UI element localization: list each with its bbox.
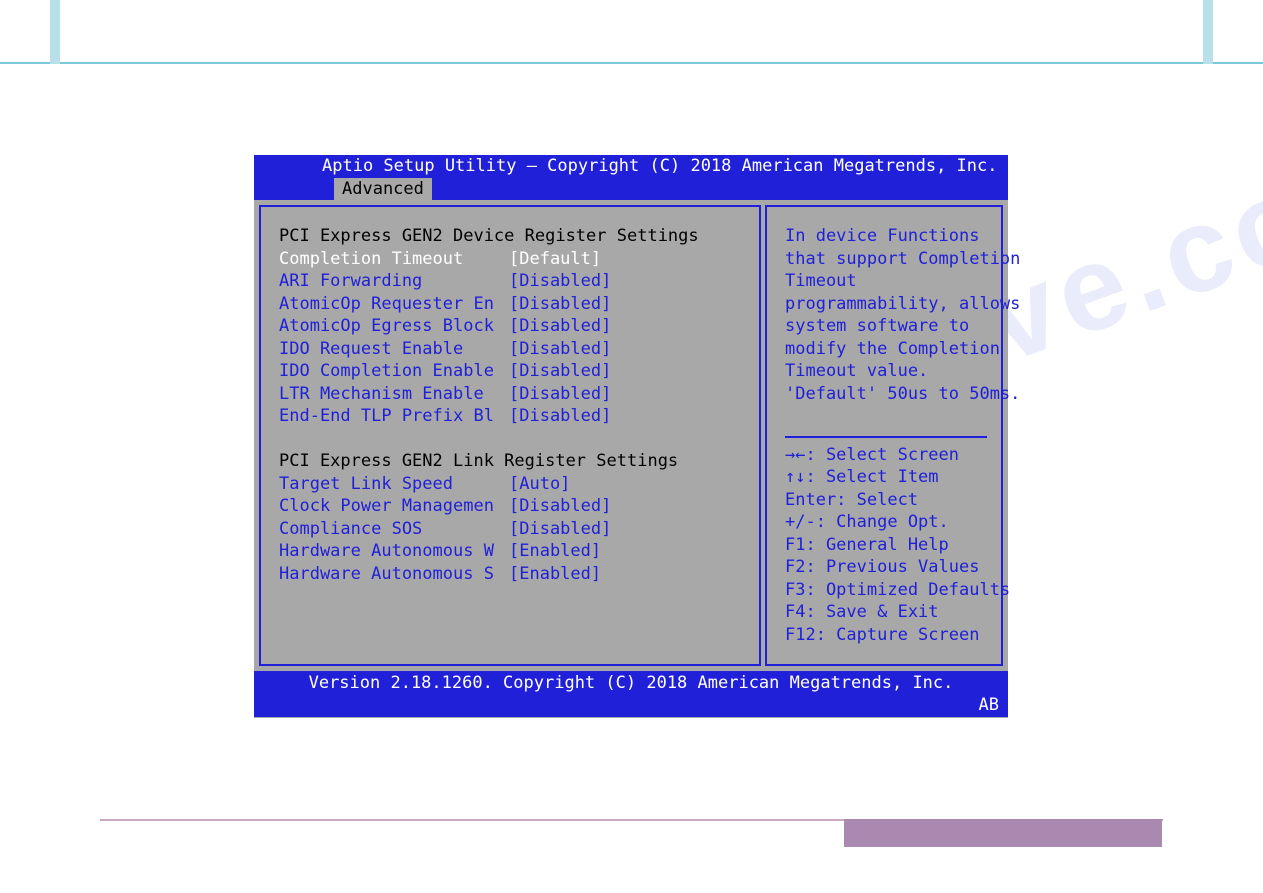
link-label: Hardware Autonomous S <box>279 563 509 586</box>
device-value: [Disabled] <box>509 293 611 316</box>
top-tab-left <box>50 0 60 64</box>
device-label: IDO Completion Enable <box>279 360 509 383</box>
device-label: LTR Mechanism Enable <box>279 383 509 406</box>
help-keys: →←: Select Screen↑↓: Select ItemEnter: S… <box>785 444 987 647</box>
link-label: Target Link Speed <box>279 473 509 496</box>
help-text: In device Functionsthat support Completi… <box>785 225 987 405</box>
device-value: [Default] <box>509 248 601 271</box>
device-label: ARI Forwarding <box>279 270 509 293</box>
device-row[interactable]: ARI Forwarding[Disabled] <box>279 270 745 293</box>
help-text-line: 'Default' 50us to 50ms. <box>785 383 987 406</box>
help-text-line: Timeout <box>785 270 987 293</box>
help-key-line: F4: Save & Exit <box>785 601 987 624</box>
help-key-line: F12: Capture Screen <box>785 624 987 647</box>
device-section-title: PCI Express GEN2 Device Register Setting… <box>279 225 745 248</box>
device-label: AtomicOp Requester En <box>279 293 509 316</box>
device-label: Completion Timeout <box>279 248 509 271</box>
device-value: [Disabled] <box>509 315 611 338</box>
link-row[interactable]: Compliance SOS[Disabled] <box>279 518 745 541</box>
help-key-line: ↑↓: Select Item <box>785 466 987 489</box>
device-rows: Completion Timeout[Default]ARI Forwardin… <box>279 248 745 428</box>
link-label: Compliance SOS <box>279 518 509 541</box>
help-text-line: that support Completion <box>785 248 987 271</box>
device-label: IDO Request Enable <box>279 338 509 361</box>
help-panel: In device Functionsthat support Completi… <box>765 205 1003 666</box>
link-row[interactable]: Hardware Autonomous W[Enabled] <box>279 540 745 563</box>
link-row[interactable]: Hardware Autonomous S[Enabled] <box>279 563 745 586</box>
device-row[interactable]: IDO Request Enable[Disabled] <box>279 338 745 361</box>
link-rows: Target Link Speed[Auto]Clock Power Manag… <box>279 473 745 586</box>
help-key-line: F2: Previous Values <box>785 556 987 579</box>
help-text-line: Timeout value. <box>785 360 987 383</box>
device-row[interactable]: AtomicOp Requester En[Disabled] <box>279 293 745 316</box>
bottom-box <box>844 819 1162 847</box>
device-label: AtomicOp Egress Block <box>279 315 509 338</box>
device-row[interactable]: IDO Completion Enable[Disabled] <box>279 360 745 383</box>
device-label: End-End TLP Prefix Bl <box>279 405 509 428</box>
help-text-line: modify the Completion <box>785 338 987 361</box>
link-label: Hardware Autonomous W <box>279 540 509 563</box>
help-text-line: In device Functions <box>785 225 987 248</box>
device-value: [Disabled] <box>509 383 611 406</box>
device-row[interactable]: Completion Timeout[Default] <box>279 248 745 271</box>
bios-footer: Version 2.18.1260. Copyright (C) 2018 Am… <box>254 671 1008 717</box>
link-label: Clock Power Managemen <box>279 495 509 518</box>
link-value: [Enabled] <box>509 563 601 586</box>
help-text-line: system software to <box>785 315 987 338</box>
device-row[interactable]: LTR Mechanism Enable[Disabled] <box>279 383 745 406</box>
help-divider <box>785 436 987 438</box>
blank-row <box>785 405 987 428</box>
bios-window: Aptio Setup Utility – Copyright (C) 2018… <box>254 155 1008 718</box>
link-value: [Enabled] <box>509 540 601 563</box>
page-top-border <box>0 0 1263 64</box>
device-value: [Disabled] <box>509 405 611 428</box>
help-text-line: programmability, allows <box>785 293 987 316</box>
link-value: [Disabled] <box>509 518 611 541</box>
device-row[interactable]: AtomicOp Egress Block[Disabled] <box>279 315 745 338</box>
bios-header: Aptio Setup Utility – Copyright (C) 2018… <box>254 155 1008 200</box>
help-key-line: →←: Select Screen <box>785 444 987 467</box>
footer-corner: AB <box>979 694 999 717</box>
link-row[interactable]: Clock Power Managemen[Disabled] <box>279 495 745 518</box>
link-section-title: PCI Express GEN2 Link Register Settings <box>279 450 745 473</box>
bios-body: PCI Express GEN2 Device Register Setting… <box>254 200 1008 671</box>
device-value: [Disabled] <box>509 338 611 361</box>
device-value: [Disabled] <box>509 270 611 293</box>
footer-version: Version 2.18.1260. Copyright (C) 2018 Am… <box>262 671 1000 695</box>
link-row[interactable]: Target Link Speed[Auto] <box>279 473 745 496</box>
bios-active-tab[interactable]: Advanced <box>334 178 432 201</box>
bios-title: Aptio Setup Utility – Copyright (C) 2018… <box>262 155 1000 178</box>
help-key-line: F3: Optimized Defaults <box>785 579 987 602</box>
blank-row <box>279 428 745 451</box>
help-key-line: F1: General Help <box>785 534 987 557</box>
help-key-line: Enter: Select <box>785 489 987 512</box>
link-value: [Disabled] <box>509 495 611 518</box>
device-value: [Disabled] <box>509 360 611 383</box>
top-tab-right <box>1203 0 1213 64</box>
settings-panel: PCI Express GEN2 Device Register Setting… <box>259 205 761 666</box>
link-value: [Auto] <box>509 473 570 496</box>
device-row[interactable]: End-End TLP Prefix Bl[Disabled] <box>279 405 745 428</box>
help-key-line: +/-: Change Opt. <box>785 511 987 534</box>
